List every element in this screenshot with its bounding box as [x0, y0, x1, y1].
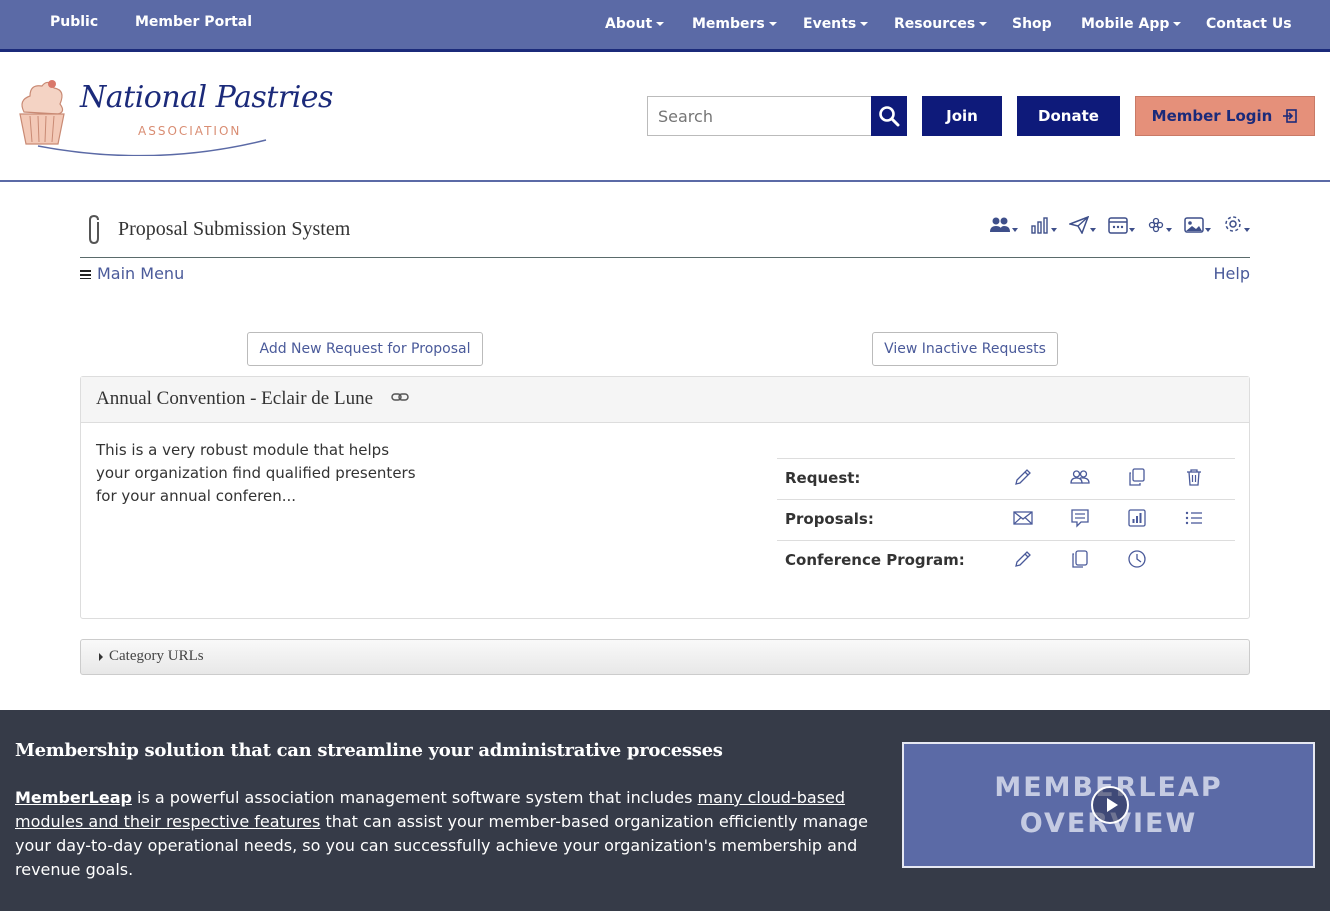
- memberleap-link[interactable]: MemberLeap: [15, 788, 132, 807]
- people-icon[interactable]: [1070, 467, 1090, 487]
- link-icon[interactable]: [391, 391, 409, 403]
- top-nav: Public Member Portal About Members Event…: [0, 0, 1330, 52]
- help-link[interactable]: Help: [1214, 264, 1250, 283]
- site-header: National Pastries ASSOCIATION Join Donat…: [0, 52, 1330, 182]
- snowflake-icon: [1148, 217, 1164, 233]
- image-menu[interactable]: [1184, 214, 1211, 234]
- chevron-down-icon: [656, 22, 665, 26]
- module-title: Proposal Submission System: [118, 218, 351, 240]
- proposals-label: Proposals:: [785, 510, 874, 528]
- chart-menu[interactable]: [1030, 214, 1057, 234]
- send-menu[interactable]: [1069, 214, 1096, 234]
- site-logo[interactable]: National Pastries ASSOCIATION: [14, 76, 333, 156]
- nav-shop-label: Shop: [1012, 16, 1052, 32]
- request-panel: Annual Convention - Eclair de Lune This …: [80, 376, 1250, 619]
- conference-program-label: Conference Program:: [785, 551, 965, 569]
- clock-icon[interactable]: [1127, 549, 1147, 569]
- search-icon: [879, 106, 900, 127]
- list-icon[interactable]: [1184, 508, 1204, 528]
- nav-mobile-app[interactable]: Mobile App: [1081, 16, 1182, 32]
- nav-members[interactable]: Members: [692, 16, 777, 32]
- snowflake-menu[interactable]: [1147, 214, 1172, 234]
- chart-icon: [1031, 217, 1048, 234]
- module-header: Proposal Submission System: [80, 212, 1250, 258]
- nav-members-label: Members: [692, 16, 765, 32]
- member-login-label: Member Login: [1151, 107, 1273, 125]
- nav-about-label: About: [605, 16, 653, 32]
- trash-icon[interactable]: [1184, 467, 1204, 487]
- donate-button[interactable]: Donate: [1017, 96, 1120, 136]
- footer-heading: Membership solution that can streamline …: [15, 740, 723, 761]
- nav-shop[interactable]: Shop: [1012, 16, 1052, 32]
- main-menu-label: Main Menu: [97, 264, 185, 283]
- category-urls-toggle[interactable]: Category URLs: [80, 639, 1250, 675]
- module-toolbar: [989, 214, 1250, 234]
- calendar-menu[interactable]: [1108, 214, 1135, 234]
- footer: Membership solution that can streamline …: [0, 710, 1330, 911]
- nav-public[interactable]: Public: [50, 14, 98, 30]
- nav-events[interactable]: Events: [803, 16, 869, 32]
- nav-contact-label: Contact Us: [1206, 16, 1292, 32]
- settings-menu[interactable]: [1223, 214, 1250, 234]
- copy-icon[interactable]: [1127, 467, 1147, 487]
- play-icon[interactable]: [1091, 786, 1129, 824]
- send-icon: [1069, 216, 1089, 234]
- logo-title: National Pastries: [80, 80, 333, 115]
- view-inactive-button[interactable]: View Inactive Requests: [872, 332, 1058, 366]
- chevron-down-icon: [1173, 22, 1182, 26]
- add-request-button[interactable]: Add New Request for Proposal: [247, 332, 483, 366]
- chart-icon[interactable]: [1127, 508, 1147, 528]
- panel-title: Annual Convention - Eclair de Lune: [96, 388, 374, 409]
- main-menu-link[interactable]: Main Menu: [80, 264, 184, 283]
- nav-resources[interactable]: Resources: [894, 16, 988, 32]
- nav-mobile-app-label: Mobile App: [1081, 16, 1170, 32]
- panel-header: Annual Convention - Eclair de Lune: [81, 377, 1249, 423]
- logo-swoosh: [37, 139, 267, 156]
- proposals-row: Proposals:: [777, 499, 1235, 540]
- pencil-icon[interactable]: [1013, 549, 1033, 569]
- action-table: Request: Proposals: Conference Program:: [777, 458, 1235, 581]
- conference-program-row: Conference Program:: [777, 540, 1235, 581]
- search-input[interactable]: [647, 96, 871, 136]
- category-urls-label: Category URLs: [109, 648, 204, 664]
- member-login-button[interactable]: Member Login: [1135, 96, 1315, 136]
- chevron-down-icon: [860, 22, 869, 26]
- overview-video[interactable]: MEMBERLEAPOVERVIEW: [902, 742, 1315, 868]
- paperclip-icon: [89, 214, 99, 245]
- calendar-icon: [1108, 217, 1128, 234]
- people-icon: [990, 217, 1010, 232]
- join-button[interactable]: Join: [922, 96, 1002, 136]
- search-button[interactable]: [871, 96, 907, 136]
- chevron-down-icon: [979, 22, 988, 26]
- footer-paragraph: MemberLeap is a powerful association man…: [15, 786, 875, 882]
- nav-resources-label: Resources: [894, 16, 976, 32]
- people-menu[interactable]: [989, 214, 1018, 234]
- panel-description: This is a very robust module that helps …: [96, 441, 416, 505]
- request-label: Request:: [785, 469, 861, 487]
- hamburger-icon: [80, 269, 91, 279]
- nav-member-portal[interactable]: Member Portal: [135, 14, 252, 30]
- image-icon: [1184, 217, 1204, 233]
- request-row: Request:: [777, 458, 1235, 499]
- footer-text-1: is a powerful association management sof…: [131, 788, 698, 807]
- gear-icon: [1225, 216, 1241, 232]
- nav-about[interactable]: About: [605, 16, 665, 32]
- caret-right-icon: [99, 653, 103, 661]
- copy-icon[interactable]: [1070, 549, 1090, 569]
- pencil-icon[interactable]: [1013, 467, 1033, 487]
- chevron-down-icon: [768, 22, 777, 26]
- comment-icon[interactable]: [1070, 508, 1090, 528]
- nav-events-label: Events: [803, 16, 857, 32]
- login-icon: [1283, 109, 1298, 123]
- envelope-icon[interactable]: [1013, 508, 1033, 528]
- nav-contact-us[interactable]: Contact Us: [1206, 16, 1292, 32]
